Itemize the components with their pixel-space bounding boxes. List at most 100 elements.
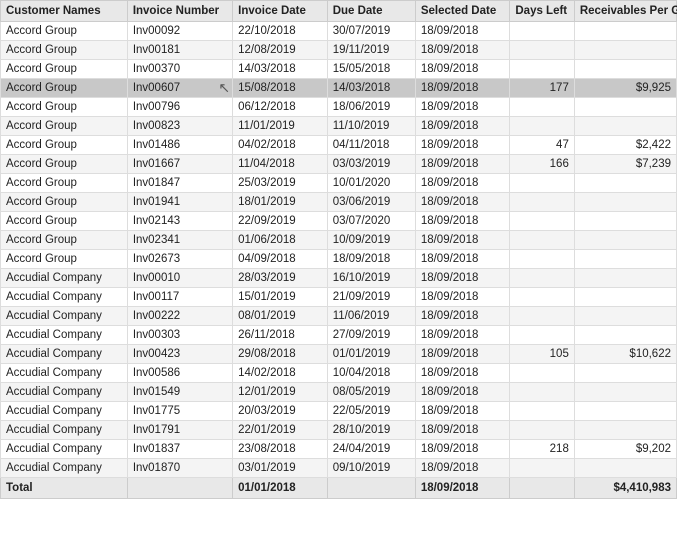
cell-days_left: [510, 269, 574, 288]
header-invoice-date: Invoice Date: [233, 1, 328, 22]
cell-selected_date: 18/09/2018: [415, 307, 510, 326]
cell-days_left: [510, 402, 574, 421]
cell-receivables: [574, 288, 676, 307]
table-row[interactable]: Accord GroupInv0194118/01/201903/06/2019…: [1, 193, 677, 212]
cell-selected_date: 18/09/2018: [415, 288, 510, 307]
cell-customer: Accord Group: [1, 212, 128, 231]
table-row[interactable]: Accord GroupInv0009222/10/201830/07/2019…: [1, 22, 677, 41]
cell-days_left: [510, 326, 574, 345]
cell-due_date: 01/01/2019: [327, 345, 415, 364]
cell-due_date: 03/06/2019: [327, 193, 415, 212]
cell-due_date: 27/09/2019: [327, 326, 415, 345]
cell-receivables: $9,202: [574, 440, 676, 459]
table-row[interactable]: Accord GroupInv0079606/12/201818/06/2019…: [1, 98, 677, 117]
cell-due_date: 15/05/2018: [327, 60, 415, 79]
cell-receivables: [574, 231, 676, 250]
header-due-date: Due Date: [327, 1, 415, 22]
cell-invoice_date: 12/08/2019: [233, 41, 328, 60]
cell-customer: Accudial Company: [1, 402, 128, 421]
table-row[interactable]: Accudial CompanyInv0154912/01/201908/05/…: [1, 383, 677, 402]
cell-invoice_number: Inv01791: [127, 421, 232, 440]
table-row[interactable]: Accord GroupInv0214322/09/201903/07/2020…: [1, 212, 677, 231]
cell-days_left: [510, 364, 574, 383]
cell-invoice_number: Inv01486: [127, 136, 232, 155]
table-row[interactable]: Accord GroupInv0184725/03/201910/01/2020…: [1, 174, 677, 193]
table-row[interactable]: Accudial CompanyInv0030326/11/201827/09/…: [1, 326, 677, 345]
cell-days_left: [510, 250, 574, 269]
table-row[interactable]: Accord GroupInv0037014/03/201815/05/2018…: [1, 60, 677, 79]
table-row[interactable]: Accudial CompanyInv0177520/03/201922/05/…: [1, 402, 677, 421]
cell-customer: Accord Group: [1, 41, 128, 60]
cell-invoice_date: 22/10/2018: [233, 22, 328, 41]
table-row[interactable]: Accudial CompanyInv0011715/01/201921/09/…: [1, 288, 677, 307]
cell-selected_date: 18/09/2018: [415, 22, 510, 41]
cell-receivables: $10,622: [574, 345, 676, 364]
header-invoice-number: Invoice Number: [127, 1, 232, 22]
cell-days_left: 218: [510, 440, 574, 459]
cell-selected_date: 18/09/2018: [415, 326, 510, 345]
cell-invoice_date: 14/02/2018: [233, 364, 328, 383]
cell-customer: Accord Group: [1, 155, 128, 174]
cell-customer: Accord Group: [1, 231, 128, 250]
table-row[interactable]: Accord GroupInv0082311/01/201911/10/2019…: [1, 117, 677, 136]
cell-receivables: [574, 60, 676, 79]
cell-invoice_number: Inv02341: [127, 231, 232, 250]
cell-invoice_date: 01/06/2018: [233, 231, 328, 250]
table-row[interactable]: Accudial CompanyInv0022208/01/201911/06/…: [1, 307, 677, 326]
cell-customer: Accudial Company: [1, 307, 128, 326]
cell-receivables: [574, 402, 676, 421]
cell-due_date: 08/05/2019: [327, 383, 415, 402]
cell-receivables: [574, 250, 676, 269]
table-row[interactable]: Accord GroupInv0166711/04/201803/03/2019…: [1, 155, 677, 174]
cell-invoice_date: 18/01/2019: [233, 193, 328, 212]
cell-days_left: [510, 307, 574, 326]
cell-due_date: 11/06/2019: [327, 307, 415, 326]
cell-days_left: [510, 459, 574, 478]
cell-invoice_date: 28/03/2019: [233, 269, 328, 288]
footer-selected-date: 18/09/2018: [415, 478, 510, 499]
table-row[interactable]: Accord GroupInv0234101/06/201810/09/2019…: [1, 231, 677, 250]
cell-customer: Accord Group: [1, 250, 128, 269]
cell-selected_date: 18/09/2018: [415, 41, 510, 60]
table-row[interactable]: Accudial CompanyInv0001028/03/201916/10/…: [1, 269, 677, 288]
table-row[interactable]: Accord GroupInv00607↖15/08/201814/03/201…: [1, 79, 677, 98]
cell-invoice_number: Inv01775: [127, 402, 232, 421]
cell-invoice_date: 11/01/2019: [233, 117, 328, 136]
cell-customer: Accudial Company: [1, 345, 128, 364]
cell-invoice_date: 29/08/2018: [233, 345, 328, 364]
cell-selected_date: 18/09/2018: [415, 212, 510, 231]
footer-empty-invoice: [127, 478, 232, 499]
table-row[interactable]: Accord GroupInv0267304/09/201818/09/2018…: [1, 250, 677, 269]
table-row[interactable]: Accord GroupInv0148604/02/201804/11/2018…: [1, 136, 677, 155]
cell-due_date: 19/11/2019: [327, 41, 415, 60]
cell-invoice_number: Inv00586: [127, 364, 232, 383]
table-row[interactable]: Accudial CompanyInv0187003/01/201909/10/…: [1, 459, 677, 478]
cell-customer: Accudial Company: [1, 364, 128, 383]
footer-empty-days: [510, 478, 574, 499]
table-footer-row: Total 01/01/2018 18/09/2018 $4,410,983: [1, 478, 677, 499]
table-row[interactable]: Accord GroupInv0018112/08/201919/11/2019…: [1, 41, 677, 60]
cell-due_date: 03/03/2019: [327, 155, 415, 174]
cell-days_left: [510, 22, 574, 41]
footer-invoice-date: 01/01/2018: [233, 478, 328, 499]
cell-due_date: 28/10/2019: [327, 421, 415, 440]
cell-invoice_date: 08/01/2019: [233, 307, 328, 326]
cell-customer: Accudial Company: [1, 383, 128, 402]
cell-days_left: [510, 212, 574, 231]
cell-invoice_date: 26/11/2018: [233, 326, 328, 345]
table-row[interactable]: Accudial CompanyInv0179122/01/201928/10/…: [1, 421, 677, 440]
table-row[interactable]: Accudial CompanyInv0183723/08/201824/04/…: [1, 440, 677, 459]
cell-selected_date: 18/09/2018: [415, 459, 510, 478]
cell-invoice_date: 22/01/2019: [233, 421, 328, 440]
cell-customer: Accudial Company: [1, 269, 128, 288]
cell-invoice_number: Inv01549: [127, 383, 232, 402]
cell-receivables: [574, 98, 676, 117]
cell-due_date: 09/10/2019: [327, 459, 415, 478]
cell-days_left: [510, 174, 574, 193]
table-row[interactable]: Accudial CompanyInv0042329/08/201801/01/…: [1, 345, 677, 364]
cell-receivables: $7,239: [574, 155, 676, 174]
cell-due_date: 10/04/2018: [327, 364, 415, 383]
table-container[interactable]: Customer Names Invoice Number Invoice Da…: [0, 0, 677, 560]
table-row[interactable]: Accudial CompanyInv0058614/02/201810/04/…: [1, 364, 677, 383]
cell-invoice_number: Inv02673: [127, 250, 232, 269]
